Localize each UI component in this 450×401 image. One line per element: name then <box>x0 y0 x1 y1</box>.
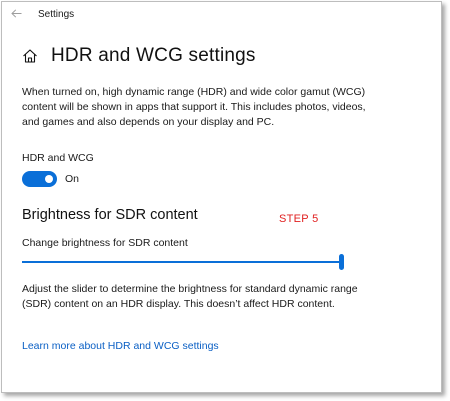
hdr-toggle-label: HDR and WCG <box>22 152 94 164</box>
home-icon <box>23 49 37 63</box>
slider-thumb[interactable] <box>339 254 344 270</box>
back-button[interactable] <box>6 5 26 23</box>
toggle-knob <box>45 175 53 183</box>
page-title: HDR and WCG settings <box>51 45 256 66</box>
hdr-toggle-state: On <box>65 173 80 185</box>
back-arrow-icon <box>10 9 21 18</box>
slider-fill <box>22 261 344 263</box>
sdr-section-title: Brightness for SDR content <box>22 207 198 223</box>
settings-window: Settings HDR and WCG settings When turne… <box>1 1 442 393</box>
page-description: When turned on, high dynamic range (HDR)… <box>22 86 366 128</box>
title-bar: Settings <box>2 2 441 28</box>
learn-more-link[interactable]: Learn more about HDR and WCG settings <box>22 340 219 352</box>
sdr-help-text: Adjust the slider to determine the brigh… <box>22 283 358 310</box>
sdr-brightness-slider[interactable] <box>22 254 352 270</box>
hdr-toggle-switch[interactable] <box>22 171 57 187</box>
sdr-brightness-label: Change brightness for SDR content <box>22 237 188 249</box>
page-header: HDR and WCG settings <box>22 43 256 69</box>
step-annotation: STEP 5 <box>279 213 319 225</box>
window-title: Settings <box>38 9 75 20</box>
